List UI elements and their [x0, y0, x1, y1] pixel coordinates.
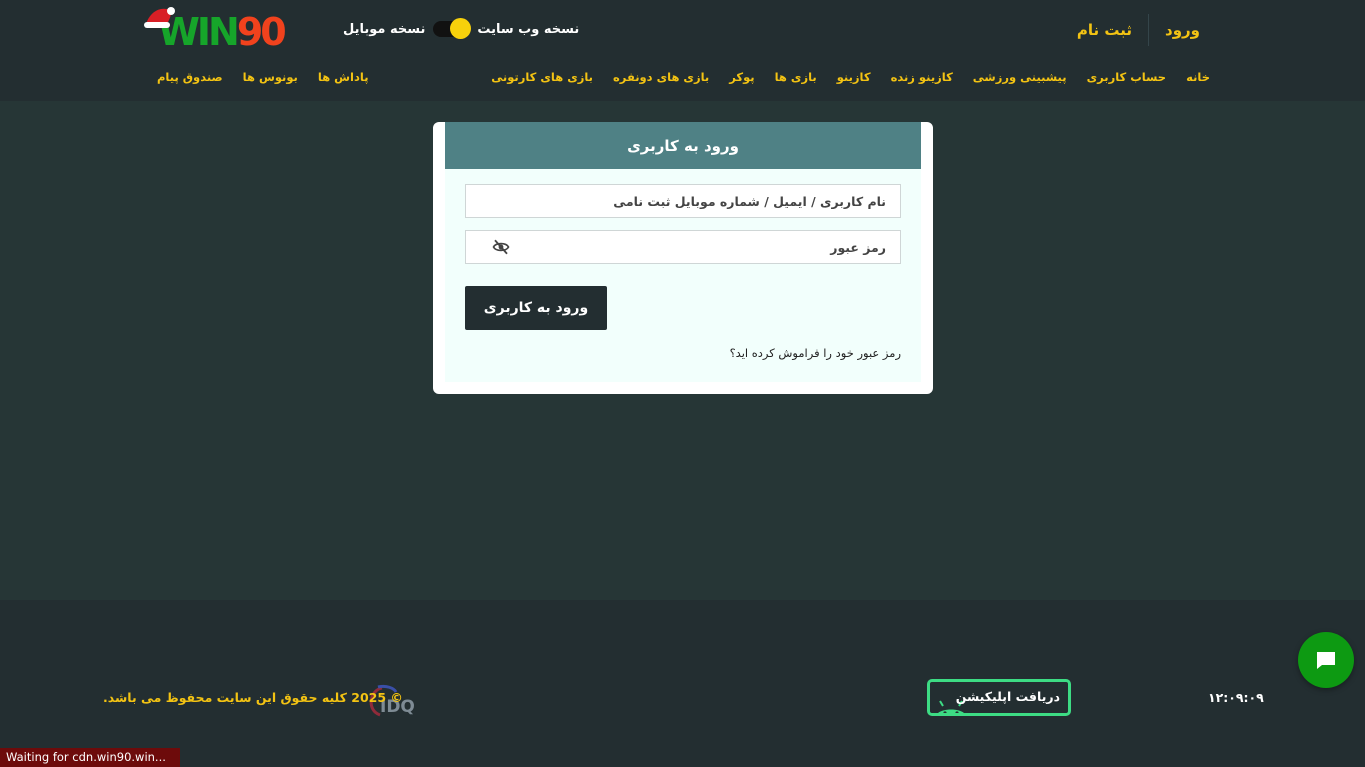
auth-links: ورود ثبت نام: [1077, 14, 1200, 46]
logo-number-text: 90: [236, 10, 287, 54]
site-header: ورود ثبت نام WIN 90 نسخه وب سایت نسخه مو…: [0, 0, 1365, 101]
login-form: ورود به کاربری ورود به کاربری رمز عبور خ…: [445, 122, 921, 382]
eye-off-icon[interactable]: [492, 238, 510, 256]
login-card: ورود به کاربری ورود به کاربری رمز عبور خ…: [433, 122, 933, 394]
footer-clock: ۱۲:۰۹:۰۹: [1208, 690, 1264, 705]
nav-item-live-casino[interactable]: کازینو زنده: [891, 70, 953, 84]
version-switch-knob: [450, 18, 472, 39]
web-version-label[interactable]: نسخه وب سایت: [477, 22, 579, 37]
nav-item-poker[interactable]: پوکر: [729, 70, 754, 84]
login-link[interactable]: ورود: [1165, 21, 1200, 39]
nav-item-cartoon-games[interactable]: بازی های کارتونی: [491, 70, 593, 84]
mobile-version-label[interactable]: نسخه موبایل: [343, 22, 425, 37]
login-title: ورود به کاربری: [445, 122, 921, 169]
download-app-button[interactable]: دریافت اپلیکیشن: [927, 679, 1071, 716]
site-logo[interactable]: WIN 90: [144, 4, 310, 54]
browser-status-bar: Waiting for cdn.win90.win...: [0, 748, 180, 767]
register-link[interactable]: ثبت نام: [1077, 21, 1132, 39]
main-nav: خانه حساب کاربری پیشبینی ورزشی کازینو زن…: [471, 70, 1210, 84]
nav-item-sports-betting[interactable]: پیشبینی ورزشی: [973, 70, 1067, 84]
chat-button[interactable]: [1298, 632, 1354, 688]
version-switch[interactable]: [433, 18, 472, 39]
chat-bubble-icon: [1317, 652, 1335, 669]
site-footer: [0, 600, 1365, 767]
nav-item-rewards[interactable]: پاداش ها: [318, 70, 369, 84]
password-input[interactable]: [465, 230, 901, 264]
login-submit-button[interactable]: ورود به کاربری: [465, 286, 607, 330]
secondary-nav: پاداش ها بونوس ها صندوق پیام: [157, 70, 369, 84]
auth-divider: [1148, 14, 1150, 46]
page: ورود ثبت نام WIN 90 نسخه وب سایت نسخه مو…: [0, 0, 1365, 767]
nav-item-home[interactable]: خانه: [1186, 70, 1210, 84]
nav-item-inbox[interactable]: صندوق پیام: [157, 70, 223, 84]
download-app-label: دریافت اپلیکیشن: [955, 689, 1060, 704]
copyright-text: © 2025 کلیه حقوق این سایت محفوظ می باشد.: [103, 690, 403, 705]
nav-item-two-player-games[interactable]: بازی های دونفره: [613, 70, 709, 84]
forgot-password-link[interactable]: رمز عبور خود را فراموش کرده اید؟: [730, 346, 901, 360]
username-input[interactable]: [465, 184, 901, 218]
version-toggle: نسخه وب سایت نسخه موبایل: [343, 18, 579, 40]
nav-item-bonuses[interactable]: بونوس ها: [243, 70, 298, 84]
nav-item-casino[interactable]: کازینو: [837, 70, 871, 84]
santa-hat-icon: [144, 7, 175, 28]
nav-item-account[interactable]: حساب کاربری: [1087, 70, 1167, 84]
logo-wordmark: WIN 90: [158, 10, 287, 54]
nav-item-games[interactable]: بازی ها: [775, 70, 817, 84]
